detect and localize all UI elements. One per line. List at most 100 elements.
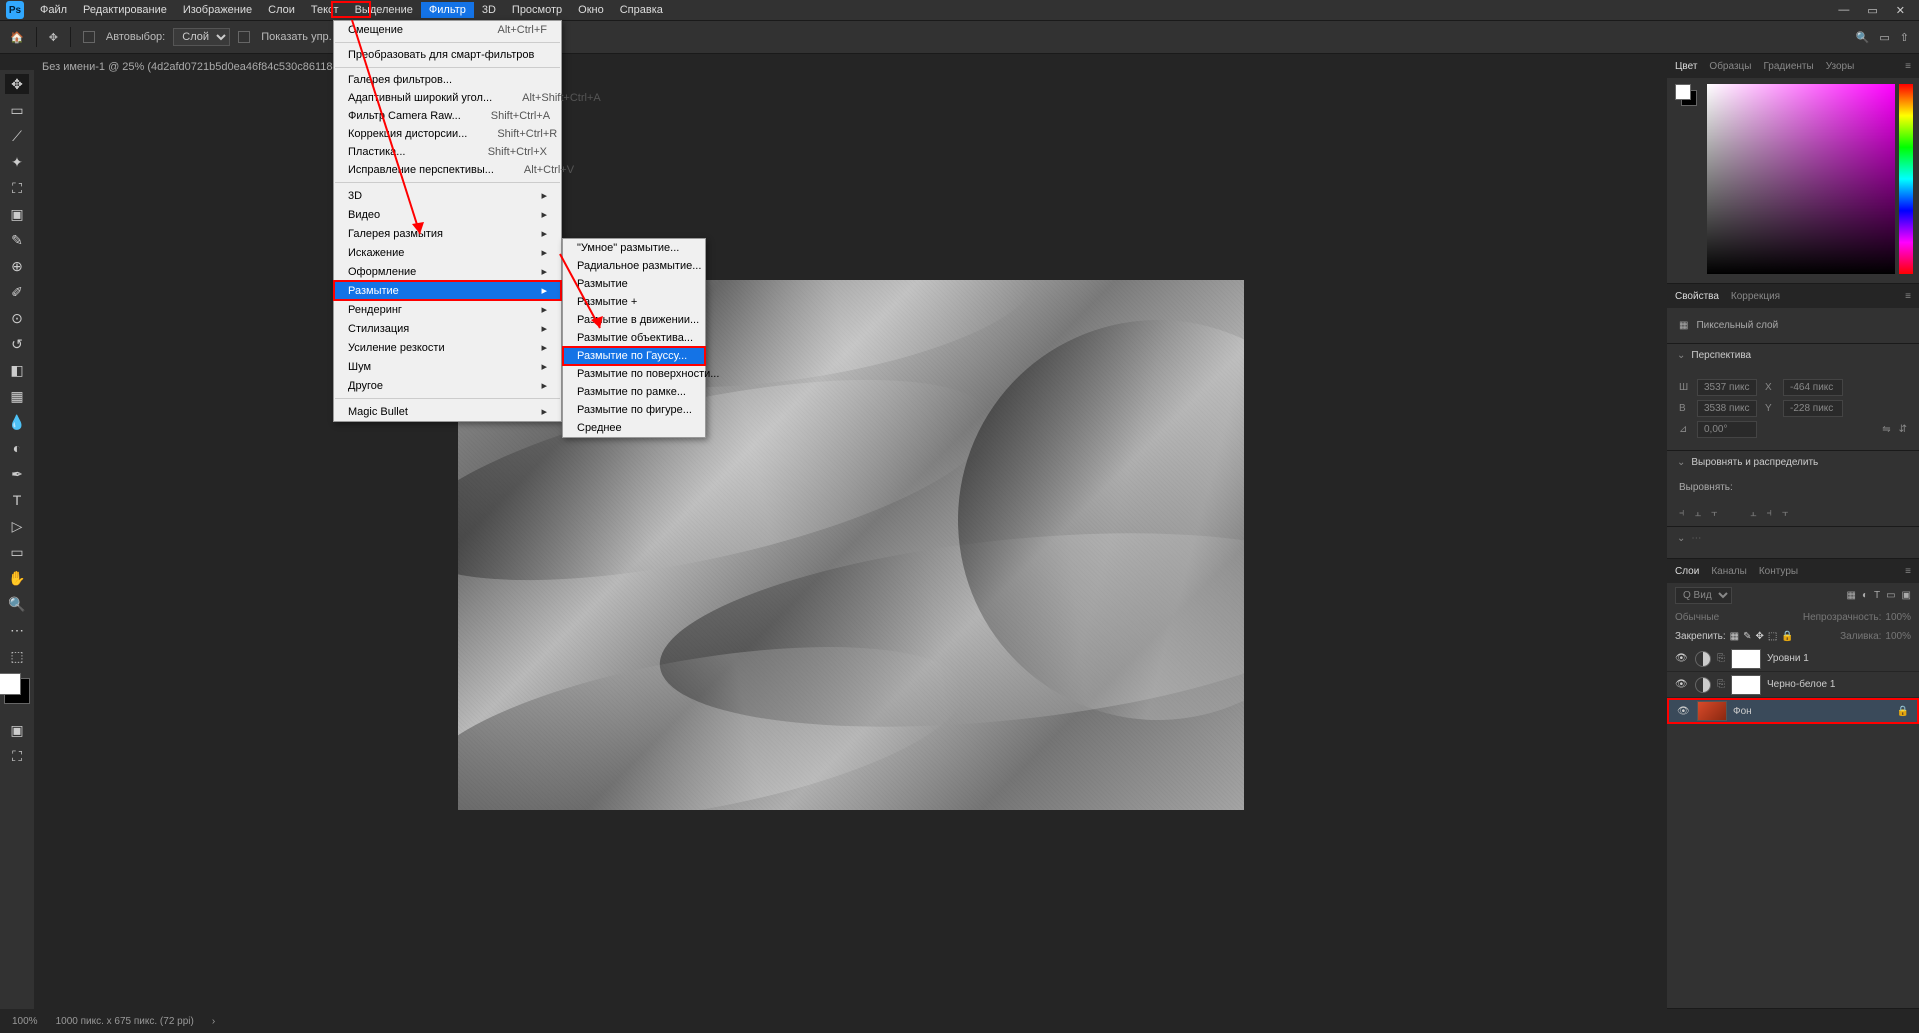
visibility-icon[interactable]: 👁 [1677,706,1691,717]
fill-value[interactable]: 100% [1885,631,1911,642]
history-brush-tool[interactable]: ↺ [5,334,29,354]
blur-gaussian[interactable]: Размытие по Гауссу... [563,347,705,365]
menu-noise-sub[interactable]: Шум▸ [334,357,561,376]
menu-blurgallery-sub[interactable]: Галерея размытия▸ [334,224,561,243]
align-vcenter-icon[interactable]: ⫞ [1767,507,1773,520]
zoom-level[interactable]: 100% [12,1016,38,1027]
zoom-tool[interactable]: 🔍 [5,594,29,614]
gradient-tool[interactable]: ▦ [5,386,29,406]
fg-bg-swatch[interactable] [1675,84,1699,108]
blur-box[interactable]: Размытие по рамке... [563,383,705,401]
menu-video-sub[interactable]: Видео▸ [334,205,561,224]
panel-menu-icon[interactable]: ≡ [1905,61,1911,72]
lock-move-icon[interactable]: ✥ [1756,631,1764,642]
filter-image-icon[interactable]: ▦ [1846,590,1855,601]
menu-image[interactable]: Изображение [175,2,260,18]
hue-slider[interactable] [1899,84,1913,274]
blur-lens[interactable]: Размытие объектива... [563,329,705,347]
menu-view[interactable]: Просмотр [504,2,570,18]
visibility-icon[interactable]: 👁 [1675,653,1689,664]
menu-filter-gallery[interactable]: Галерея фильтров... [334,71,561,89]
menu-help[interactable]: Справка [612,2,671,18]
menu-sharpen-sub[interactable]: Усиление резкости▸ [334,338,561,357]
blur-motion[interactable]: Размытие в движении... [563,311,705,329]
layer-row-selected[interactable]: 👁 Фон 🔒 [1667,698,1919,724]
menu-edit[interactable]: Редактирование [75,2,175,18]
y-field[interactable]: -228 пикс [1783,400,1843,417]
crop-tool[interactable]: ⛶ [5,178,29,198]
stamp-tool[interactable]: ⊙ [5,308,29,328]
menu-distort-sub[interactable]: Искажение▸ [334,243,561,262]
menu-3d-sub[interactable]: 3D▸ [334,186,561,205]
eyedropper-tool[interactable]: ✎ [5,230,29,250]
filter-shape-icon[interactable]: ▭ [1886,590,1895,601]
lock-paint-icon[interactable]: ✎ [1743,631,1751,642]
menu-other-sub[interactable]: Другое▸ [334,376,561,395]
flip-v-icon[interactable]: ⇵ [1899,424,1907,435]
align-bottom-icon[interactable]: ⫟ [1782,507,1789,520]
blur-shape[interactable]: Размытие по фигуре... [563,401,705,419]
visibility-icon[interactable]: 👁 [1675,679,1689,690]
path-tool[interactable]: ▷ [5,516,29,536]
section-more[interactable]: ⋯ [1667,526,1919,550]
flip-h-icon[interactable]: ⇋ [1882,424,1890,435]
panel-menu-icon[interactable]: ≡ [1905,291,1911,302]
section-transform[interactable]: Перспектива [1667,343,1919,367]
blur-tool[interactable]: 💧 [5,412,29,432]
filter-text-icon[interactable]: T [1874,590,1880,601]
width-field[interactable]: 3537 пикс [1697,379,1757,396]
tab-properties[interactable]: Свойства [1675,291,1719,302]
maximize-icon[interactable]: ▭ [1867,4,1877,17]
menu-camera-raw[interactable]: Фильтр Camera Raw...Shift+Ctrl+A [334,107,561,125]
x-field[interactable]: -464 пикс [1783,379,1843,396]
menu-pixelate-sub[interactable]: Оформление▸ [334,262,561,281]
pen-tool[interactable]: ✒ [5,464,29,484]
heal-tool[interactable]: ⊕ [5,256,29,276]
menu-filter[interactable]: Фильтр [421,2,474,18]
align-hcenter-icon[interactable]: ⫠ [1695,507,1702,520]
menu-liquify[interactable]: Пластика...Shift+Ctrl+X [334,143,561,161]
screenmode-tool[interactable]: ⛶ [5,746,29,766]
menu-text[interactable]: Текст [303,2,347,18]
menu-blur-sub[interactable]: Размытие▸ [334,281,561,300]
type-tool[interactable]: T [5,490,29,510]
move-tool[interactable]: ✥ [5,74,29,94]
close-icon[interactable]: ✕ [1896,4,1905,17]
tab-layers[interactable]: Слои [1675,566,1699,577]
dodge-tool[interactable]: ◐ [5,438,29,458]
lock-all-icon[interactable]: 🔒 [1781,631,1793,642]
blur-radial[interactable]: Радиальное размытие... [563,257,705,275]
blur-more[interactable]: Размытие + [563,293,705,311]
edit-toolbar[interactable]: ⋯ [5,620,29,640]
menu-wide-angle[interactable]: Адаптивный широкий угол...Alt+Shift+Ctrl… [334,89,561,107]
tab-swatches[interactable]: Образцы [1709,61,1751,72]
autoselect-target[interactable]: Слой [173,28,230,46]
menu-convert-smart[interactable]: Преобразовать для смарт-фильтров [334,46,561,64]
menu-last-filter[interactable]: СмещениеAlt+Ctrl+F [334,21,561,39]
morefill-tool[interactable]: ⬚ [5,646,29,666]
home-icon[interactable]: 🏠 [10,31,24,44]
height-field[interactable]: 3538 пикс [1697,400,1757,417]
layer-row[interactable]: 👁 ⎘ Черно-белое 1 [1667,672,1919,698]
frame-tool[interactable]: ▣ [5,204,29,224]
panel-menu-icon[interactable]: ≡ [1905,566,1911,577]
lock-nest-icon[interactable]: ⬚ [1768,631,1777,642]
menu-layers[interactable]: Слои [260,2,303,18]
blur-smart[interactable]: "Умное" размытие... [563,239,705,257]
menu-select[interactable]: Выделение [347,2,421,18]
quickmask-tool[interactable]: ▣ [5,720,29,740]
filter-smart-icon[interactable]: ▣ [1902,590,1911,601]
tab-channels[interactable]: Каналы [1711,566,1747,577]
minimize-icon[interactable]: — [1838,4,1849,17]
eraser-tool[interactable]: ◧ [5,360,29,380]
align-left-icon[interactable]: ⫞ [1679,507,1685,520]
shape-tool[interactable]: ▭ [5,542,29,562]
tab-paths[interactable]: Контуры [1759,566,1798,577]
autoselect-checkbox[interactable] [83,31,95,43]
menu-file[interactable]: Файл [32,2,75,18]
align-top-icon[interactable]: ⫠ [1750,507,1757,520]
blur-basic[interactable]: Размытие [563,275,705,293]
lasso-tool[interactable]: ⟋ [5,126,29,146]
wand-tool[interactable]: ✦ [5,152,29,172]
align-right-icon[interactable]: ⫟ [1711,507,1718,520]
